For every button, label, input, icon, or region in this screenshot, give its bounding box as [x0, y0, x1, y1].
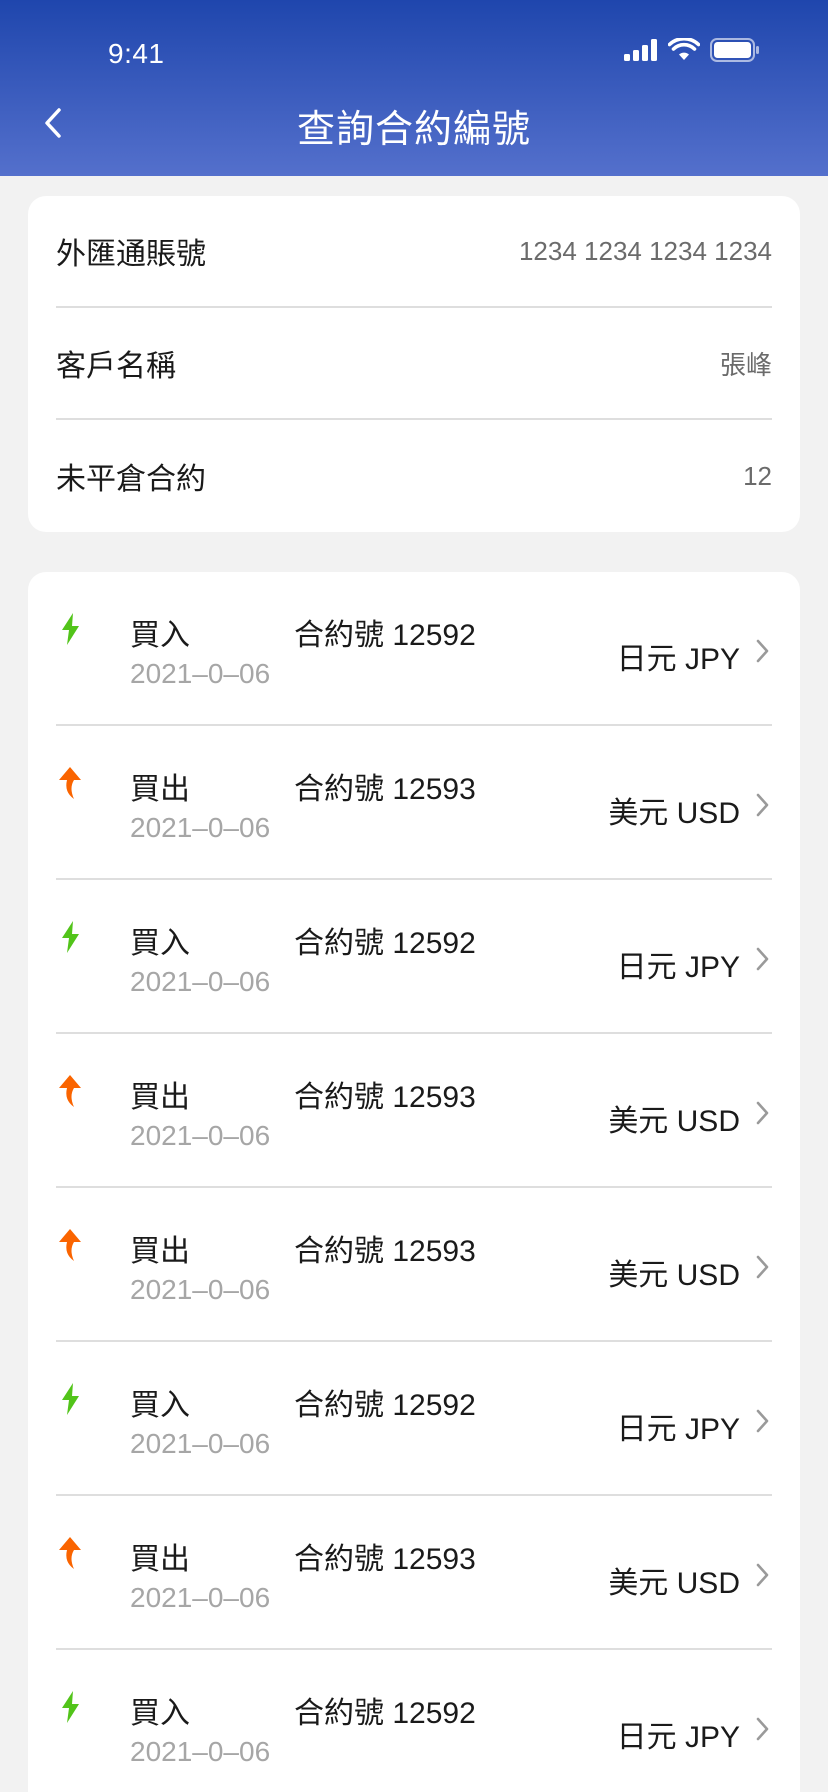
currency-pair: 日元 JPY — [616, 1413, 740, 1446]
sell-arrow-icon — [58, 766, 82, 800]
contract-list: 買入 合約號 12592 2021–0–06 日元 JPY 買出 合約號 125… — [28, 572, 800, 1792]
nav-bar: 查詢合約編號 — [0, 90, 828, 160]
currency-pair: 美元 USD — [608, 1105, 740, 1138]
currency-pair: 美元 USD — [608, 1567, 740, 1600]
chevron-right-icon — [756, 793, 769, 817]
currency-pair: 日元 JPY — [616, 951, 740, 984]
contract-number: 合約號 12592 — [294, 619, 476, 652]
trade-type: 買出 — [130, 1543, 190, 1576]
account-number-label: 外匯通賬號 — [56, 238, 206, 271]
buy-arrow-icon — [58, 612, 82, 646]
customer-name-label: 客戶名稱 — [56, 350, 176, 383]
open-contracts-label: 未平倉合約 — [56, 463, 206, 496]
contract-number: 合約號 12592 — [294, 1697, 476, 1730]
sell-arrow-icon — [58, 1074, 82, 1108]
contract-number: 合約號 12593 — [294, 773, 476, 806]
contract-number: 合約號 12593 — [294, 1081, 476, 1114]
contract-date: 2021–0–06 — [130, 1736, 271, 1767]
contract-row-4[interactable]: 買出 合約號 12593 2021–0–06 美元 USD — [56, 1034, 772, 1188]
trade-type: 買入 — [130, 1389, 190, 1422]
chevron-right-icon — [756, 1255, 769, 1279]
buy-arrow-icon — [58, 1382, 82, 1416]
buy-arrow-icon — [58, 920, 82, 954]
contract-date: 2021–0–06 — [130, 966, 271, 997]
account-info-card: 外匯通賬號 1234 1234 1234 1234 客戶名稱 張峰 未平倉合約 … — [28, 196, 800, 532]
account-number-value: 1234 1234 1234 1234 — [518, 235, 772, 266]
contract-row-8[interactable]: 買入 合約號 12592 2021–0–06 日元 JPY — [56, 1650, 772, 1792]
sell-arrow-icon — [58, 1228, 82, 1262]
info-row-account: 外匯通賬號 1234 1234 1234 1234 — [56, 196, 772, 308]
trade-type: 買入 — [130, 1697, 190, 1730]
contract-date: 2021–0–06 — [130, 1274, 271, 1305]
header: 9:41 查詢合約編號 — [0, 0, 828, 176]
signal-icon — [624, 39, 657, 61]
info-row-customer: 客戶名稱 張峰 — [56, 308, 772, 420]
chevron-right-icon — [756, 947, 769, 971]
sell-arrow-icon — [58, 1536, 82, 1570]
chevron-right-icon — [756, 1717, 769, 1741]
trade-type: 買出 — [130, 773, 190, 806]
currency-pair: 日元 JPY — [616, 1721, 740, 1754]
contract-date: 2021–0–06 — [130, 1582, 271, 1613]
currency-pair: 美元 USD — [608, 1259, 740, 1292]
contract-date: 2021–0–06 — [130, 1120, 271, 1151]
contract-date: 2021–0–06 — [130, 658, 271, 689]
page-title: 查詢合約編號 — [296, 109, 531, 151]
trade-type: 買入 — [130, 619, 190, 652]
contract-date: 2021–0–06 — [130, 812, 271, 843]
open-contracts-value: 12 — [743, 460, 772, 491]
chevron-right-icon — [756, 639, 769, 663]
trade-type: 買出 — [130, 1235, 190, 1268]
chevron-right-icon — [756, 1101, 769, 1125]
status-icons — [624, 38, 760, 62]
trade-type: 買出 — [130, 1081, 190, 1114]
battery-icon — [710, 38, 759, 62]
buy-arrow-icon — [58, 1690, 82, 1724]
wifi-icon — [668, 38, 700, 60]
contract-date: 2021–0–06 — [130, 1428, 271, 1459]
contract-number: 合約號 12593 — [294, 1543, 476, 1576]
chevron-right-icon — [756, 1563, 769, 1587]
contract-row-5[interactable]: 買出 合約號 12593 2021–0–06 美元 USD — [56, 1188, 772, 1342]
contract-row-7[interactable]: 買出 合約號 12593 2021–0–06 美元 USD — [56, 1496, 772, 1650]
contract-number: 合約號 12592 — [294, 1389, 476, 1422]
contract-row-6[interactable]: 買入 合約號 12592 2021–0–06 日元 JPY — [56, 1342, 772, 1496]
currency-pair: 美元 USD — [608, 797, 740, 830]
trade-type: 買入 — [130, 927, 190, 960]
contract-number: 合約號 12593 — [294, 1235, 476, 1268]
customer-name-value: 張峰 — [719, 349, 772, 380]
chevron-right-icon — [756, 1409, 769, 1433]
contract-row-1[interactable]: 買入 合約號 12592 2021–0–06 日元 JPY — [56, 572, 772, 726]
contract-row-3[interactable]: 買入 合約號 12592 2021–0–06 日元 JPY — [56, 880, 772, 1034]
currency-pair: 日元 JPY — [616, 643, 740, 676]
info-row-open-contracts: 未平倉合約 12 — [56, 420, 772, 532]
contract-row-2[interactable]: 買出 合約號 12593 2021–0–06 美元 USD — [56, 726, 772, 880]
contract-number: 合約號 12592 — [294, 927, 476, 960]
status-bar: 9:41 — [0, 0, 828, 100]
status-time: 9:41 — [108, 38, 165, 69]
